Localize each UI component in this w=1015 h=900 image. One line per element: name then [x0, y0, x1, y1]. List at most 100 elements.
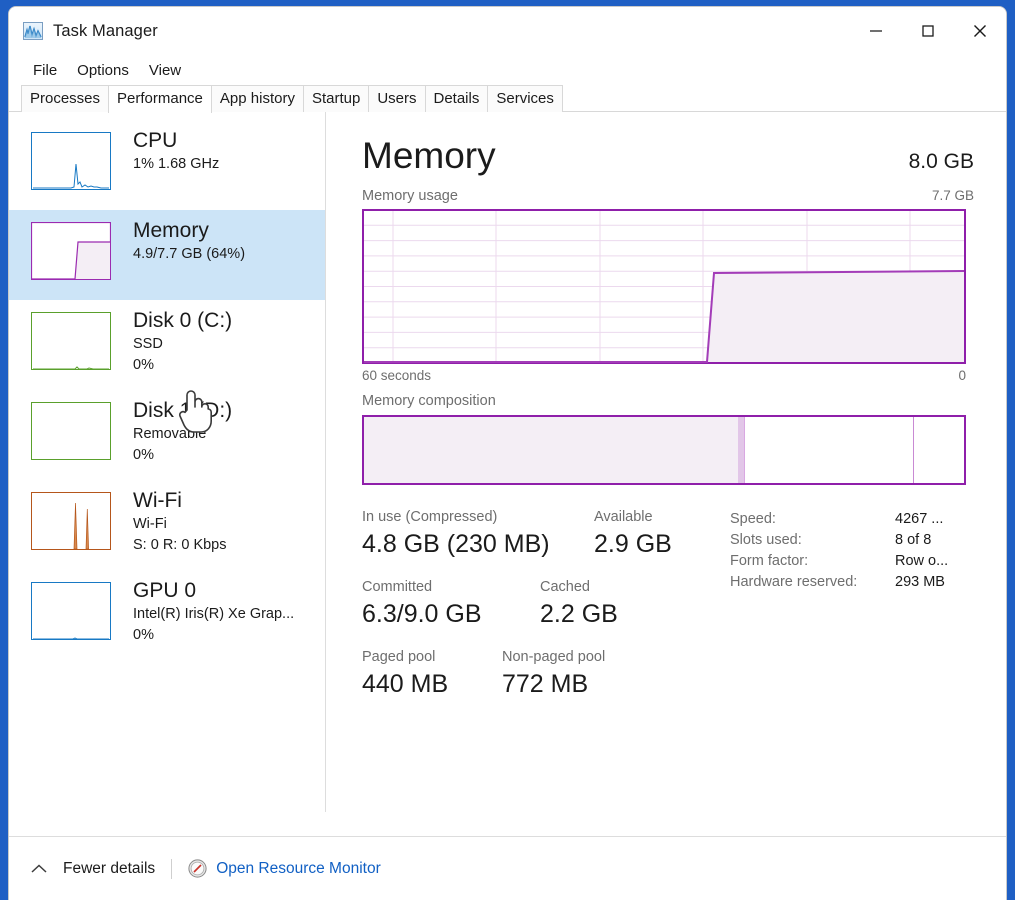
sidebar-item-disk0[interactable]: Disk 0 (C:) SSD 0%: [9, 300, 325, 390]
menu-view[interactable]: View: [139, 60, 191, 81]
stat-non-paged-pool: Non-paged pool 772 MB: [502, 647, 605, 701]
stat-row-1: In use (Compressed) 4.8 GB (230 MB) Avai…: [362, 507, 730, 561]
sidebar-item-cpu[interactable]: CPU 1% 1.68 GHz: [9, 120, 325, 210]
menu-options[interactable]: Options: [67, 60, 139, 81]
sidebar-item-disk1-sub2: 0%: [133, 447, 154, 463]
stat-committed-label: Committed: [362, 579, 433, 595]
sidebar-item-cpu-title: CPU: [133, 129, 178, 152]
open-resource-monitor-link[interactable]: Open Resource Monitor: [216, 860, 381, 878]
sidebar-item-wifi-title: Wi-Fi: [133, 489, 182, 512]
memory-stats-left: In use (Compressed) 4.8 GB (230 MB) Avai…: [362, 507, 730, 717]
tab-startup[interactable]: Startup: [302, 85, 370, 112]
menu-file[interactable]: File: [23, 60, 67, 81]
sidebar-item-disk1[interactable]: Disk 1 (D:) Removable 0%: [9, 390, 325, 480]
chevron-up-icon[interactable]: [29, 862, 49, 876]
spec-form-factor-value: Row o...: [895, 553, 949, 569]
composition-segment-in-use: [364, 417, 738, 483]
resource-monitor-icon: [188, 859, 207, 878]
memory-usage-header: Memory usage 7.7 GB: [362, 188, 974, 204]
menu-bar: File Options View: [9, 55, 1006, 85]
cpu-thumbnail-graph: [31, 132, 111, 190]
sidebar-item-gpu0[interactable]: GPU 0 Intel(R) Iris(R) Xe Grap... 0%: [9, 570, 325, 660]
resource-sidebar: CPU 1% 1.68 GHz Memory 4.9/7.7 GB (64%) …: [9, 112, 326, 812]
memory-total: 8.0 GB: [908, 150, 974, 173]
spec-speed: Speed: 4267 ...: [730, 511, 948, 527]
task-manager-window: Task Manager File Options View Processes: [8, 6, 1007, 900]
sidebar-item-wifi[interactable]: Wi-Fi Wi-Fi S: 0 R: 0 Kbps: [9, 480, 325, 570]
tab-processes[interactable]: Processes: [21, 85, 110, 112]
tab-strip: Processes Performance App history Startu…: [9, 85, 1006, 113]
sidebar-item-wifi-sub1: Wi-Fi: [133, 516, 167, 532]
spec-form-factor: Form factor: Row o...: [730, 553, 948, 569]
spec-form-factor-key: Form factor:: [730, 553, 809, 569]
stat-non-paged-pool-label: Non-paged pool: [502, 649, 606, 665]
sidebar-item-memory[interactable]: Memory 4.9/7.7 GB (64%): [9, 210, 325, 300]
sidebar-item-gpu0-title: GPU 0: [133, 579, 197, 602]
stat-committed-value: 6.3/9.0 GB: [362, 600, 482, 628]
stat-in-use-value: 4.8 GB (230 MB): [362, 530, 550, 558]
memory-composition-label: Memory composition: [362, 393, 496, 409]
page-title: Memory: [362, 135, 496, 176]
disk1-thumbnail-graph: [31, 402, 111, 460]
composition-segment-standby: [743, 417, 913, 483]
memory-usage-label: Memory usage: [362, 188, 458, 204]
axis-label-right: 0: [958, 368, 966, 383]
stat-paged-pool: Paged pool 440 MB: [362, 647, 502, 701]
graph-axis-labels: 60 seconds 0: [362, 368, 966, 383]
gpu0-thumbnail-graph: [31, 582, 111, 640]
tab-app-history[interactable]: App history: [210, 85, 304, 112]
stat-available-value: 2.9 GB: [594, 530, 672, 558]
memory-spec-list: Speed: 4267 ... Slots used: 8 of 8 Form …: [730, 507, 948, 717]
sidebar-item-disk0-sub2: 0%: [133, 357, 154, 373]
memory-thumbnail-graph: [31, 222, 111, 280]
spec-hardware-reserved-key: Hardware reserved:: [730, 574, 858, 590]
desktop-background: Task Manager File Options View Processes: [0, 0, 1015, 900]
stat-cached: Cached 2.2 GB: [540, 577, 618, 631]
stat-in-use: In use (Compressed) 4.8 GB (230 MB): [362, 507, 594, 561]
stat-paged-pool-value: 440 MB: [362, 670, 449, 698]
spec-slots-used-key: Slots used:: [730, 532, 802, 548]
sidebar-item-gpu0-sub2: 0%: [133, 627, 154, 643]
stat-available-label: Available: [594, 509, 653, 525]
tab-services[interactable]: Services: [487, 85, 563, 112]
close-button[interactable]: [954, 7, 1006, 55]
footer-divider: [171, 858, 173, 879]
maximize-button[interactable]: [902, 7, 954, 55]
sidebar-item-cpu-sub: 1% 1.68 GHz: [133, 156, 220, 172]
wifi-thumbnail-graph: [31, 492, 111, 550]
footer-bar: Fewer details Open Resource Monitor: [9, 836, 1006, 900]
spec-speed-value: 4267 ...: [895, 511, 944, 527]
sidebar-item-memory-title: Memory: [133, 219, 209, 242]
sidebar-item-disk0-sub1: SSD: [133, 336, 163, 352]
tab-performance[interactable]: Performance: [108, 85, 212, 113]
stat-cached-value: 2.2 GB: [540, 600, 618, 628]
composition-segment-free: [912, 417, 964, 483]
disk0-thumbnail-graph: [31, 312, 111, 370]
memory-composition-bar[interactable]: [362, 415, 966, 485]
tab-users[interactable]: Users: [368, 85, 426, 112]
title-bar: Task Manager: [9, 7, 1006, 55]
performance-body: CPU 1% 1.68 GHz Memory 4.9/7.7 GB (64%) …: [9, 112, 1006, 812]
sidebar-item-wifi-sub2: S: 0 R: 0 Kbps: [133, 537, 227, 553]
sidebar-item-disk0-title: Disk 0 (C:): [133, 309, 233, 332]
tab-details[interactable]: Details: [424, 85, 489, 112]
spec-slots-used: Slots used: 8 of 8: [730, 532, 948, 548]
spec-hardware-reserved: Hardware reserved: 293 MB: [730, 574, 948, 590]
window-controls: [850, 7, 1006, 55]
sidebar-item-disk1-title: Disk 1 (D:): [133, 399, 233, 422]
minimize-button[interactable]: [850, 7, 902, 55]
stat-non-paged-pool-value: 772 MB: [502, 670, 589, 698]
memory-stats: In use (Compressed) 4.8 GB (230 MB) Avai…: [362, 507, 974, 717]
spec-hardware-reserved-value: 293 MB: [895, 574, 945, 590]
sidebar-item-gpu0-sub1: Intel(R) Iris(R) Xe Grap...: [133, 606, 295, 622]
sidebar-item-memory-sub: 4.9/7.7 GB (64%): [133, 246, 246, 262]
stat-available: Available 2.9 GB: [594, 507, 672, 561]
spec-speed-key: Speed:: [730, 511, 776, 527]
stat-paged-pool-label: Paged pool: [362, 649, 436, 665]
stat-committed: Committed 6.3/9.0 GB: [362, 577, 540, 631]
memory-header: Memory 8.0 GB: [362, 134, 974, 178]
axis-label-left: 60 seconds: [362, 368, 432, 383]
memory-usage-graph[interactable]: [362, 209, 966, 364]
fewer-details-button[interactable]: Fewer details: [63, 860, 155, 878]
stat-row-3: Paged pool 440 MB Non-paged pool 772 MB: [362, 647, 730, 701]
